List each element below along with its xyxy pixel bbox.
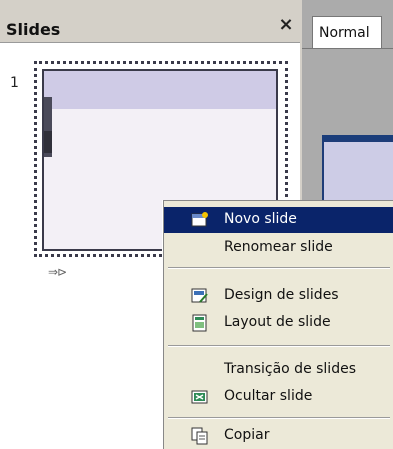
context-menu: Novo slide Renomear slide Design de slid… bbox=[163, 200, 393, 449]
copy-icon bbox=[191, 427, 208, 445]
menu-separator bbox=[168, 417, 390, 419]
menu-item-renomear-slide[interactable]: Renomear slide bbox=[164, 235, 393, 261]
menu-separator bbox=[168, 345, 390, 347]
thumbnail-title-band bbox=[44, 71, 276, 109]
menu-item-ocultar-slide[interactable]: Ocultar slide bbox=[164, 384, 393, 410]
menu-item-transicao-de-slides[interactable]: Transição de slides bbox=[164, 357, 393, 383]
menu-item-copiar[interactable]: Copiar bbox=[164, 423, 393, 449]
close-icon[interactable]: × bbox=[275, 14, 297, 36]
menu-item-label: Design de slides bbox=[224, 287, 339, 303]
menu-item-label: Renomear slide bbox=[224, 239, 333, 255]
menu-item-layout-de-slide[interactable]: Layout de slide bbox=[164, 310, 393, 336]
menu-item-novo-slide[interactable]: Novo slide bbox=[164, 207, 393, 233]
slide-design-icon bbox=[191, 288, 208, 303]
transition-icon[interactable]: ⇒⊳ bbox=[48, 265, 67, 279]
tab-normal[interactable]: Normal bbox=[312, 16, 382, 48]
thumbnail-side-bar-lower bbox=[44, 131, 52, 153]
menu-item-design-de-slides[interactable]: Design de slides bbox=[164, 283, 393, 309]
tab-divider bbox=[302, 48, 393, 49]
hide-slide-icon bbox=[191, 390, 208, 404]
menu-item-label: Copiar bbox=[224, 427, 270, 443]
slide-number: 1 bbox=[10, 75, 19, 91]
menu-item-label: Transição de slides bbox=[224, 361, 356, 377]
menu-separator bbox=[168, 267, 390, 269]
new-slide-icon bbox=[191, 212, 208, 227]
menu-item-label: Novo slide bbox=[224, 211, 297, 227]
menu-item-label: Ocultar slide bbox=[224, 388, 313, 404]
menu-item-label: Layout de slide bbox=[224, 314, 331, 330]
slide-layout-icon bbox=[192, 314, 207, 332]
panel-title: Slides bbox=[6, 20, 61, 39]
